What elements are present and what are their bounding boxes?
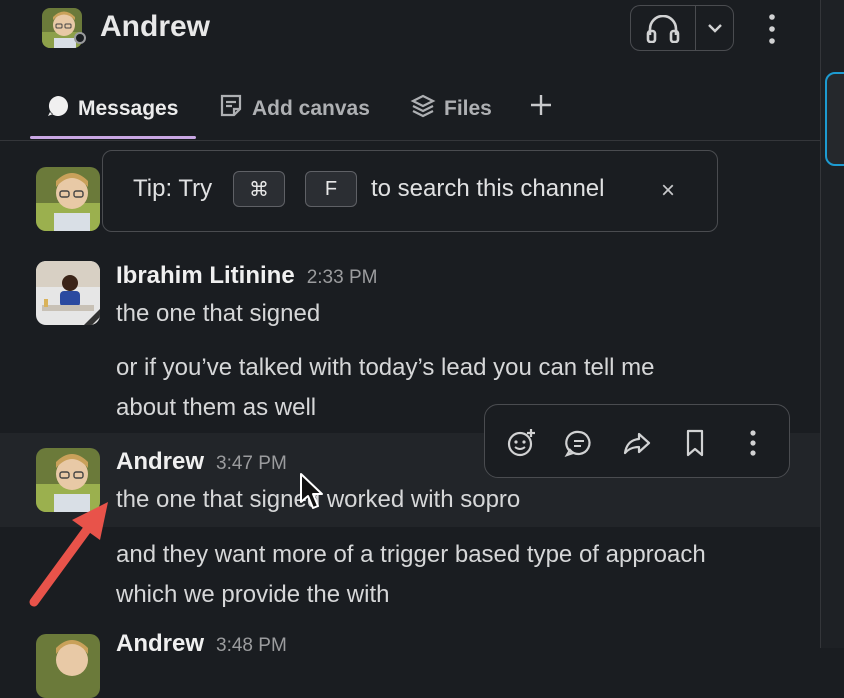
message-text: the one that signed [116, 300, 321, 327]
avatar[interactable] [36, 261, 100, 325]
f-key: F [305, 171, 357, 207]
message-author[interactable]: Andrew 3:47 PM [116, 448, 287, 476]
author-name[interactable]: Andrew [116, 630, 204, 657]
author-name[interactable]: Ibrahim Litinine [116, 262, 295, 289]
bookmark-icon[interactable] [677, 425, 713, 461]
huddle-button-group [630, 5, 734, 51]
message-text: and they want more of a trigger based ty… [116, 541, 706, 568]
reply-thread-icon[interactable] [561, 425, 597, 461]
tab-add-canvas[interactable]: Add canvas [218, 80, 370, 138]
more-options-icon[interactable] [762, 12, 782, 51]
annotation-arrow-icon [22, 498, 112, 619]
channel-tabs: Messages Add canvas Files [0, 80, 820, 141]
chevron-down-icon[interactable] [705, 20, 725, 41]
search-tip-popover: Tip: Try ⌘ F to search this channel × [102, 150, 718, 232]
message-timestamp[interactable]: 2:33 PM [307, 267, 378, 288]
message-author[interactable]: Ibrahim Litinine 2:33 PM [116, 262, 377, 290]
channel-pane: Andrew Messages Add canvas Files Ibrahim… [0, 0, 820, 698]
layers-icon [410, 93, 436, 125]
message-bubble-icon [46, 94, 70, 124]
channel-header: Andrew [0, 0, 820, 60]
author-name[interactable]: Andrew [116, 448, 204, 475]
message-actions-toolbar [484, 404, 790, 478]
mouse-cursor-icon [298, 472, 324, 517]
avatar[interactable] [36, 634, 100, 698]
tip-suffix: to search this channel [371, 175, 605, 202]
forward-icon[interactable] [619, 425, 655, 461]
sidebar-handle[interactable] [825, 72, 844, 166]
message-text: about them as well [116, 394, 317, 421]
message-timestamp[interactable]: 3:47 PM [216, 453, 287, 474]
add-reaction-icon[interactable] [503, 425, 539, 461]
avatar[interactable] [36, 167, 100, 231]
headphones-icon[interactable] [645, 14, 681, 48]
tip-prefix: Tip: Try [133, 175, 213, 202]
close-icon[interactable]: × [661, 177, 675, 205]
more-actions-icon[interactable] [735, 425, 771, 461]
command-key: ⌘ [233, 171, 285, 207]
message-text: which we provide the with [116, 581, 390, 608]
add-tab-icon[interactable] [528, 92, 554, 126]
presence-status-icon [74, 32, 86, 44]
right-sidebar-rail [820, 0, 844, 648]
channel-title[interactable]: Andrew [100, 10, 210, 44]
tab-label: Files [444, 97, 492, 120]
tab-files[interactable]: Files [410, 80, 492, 138]
message-text: or if you’ve talked with today’s lead yo… [116, 354, 655, 381]
message-author[interactable]: Andrew 3:48 PM [116, 630, 287, 658]
huddle-divider [695, 6, 696, 50]
tab-label: Add canvas [252, 97, 370, 120]
tab-messages[interactable]: Messages [46, 80, 178, 138]
canvas-icon [218, 93, 244, 125]
tab-label: Messages [78, 97, 179, 120]
active-tab-indicator [30, 136, 196, 139]
message-timestamp[interactable]: 3:48 PM [216, 635, 287, 656]
